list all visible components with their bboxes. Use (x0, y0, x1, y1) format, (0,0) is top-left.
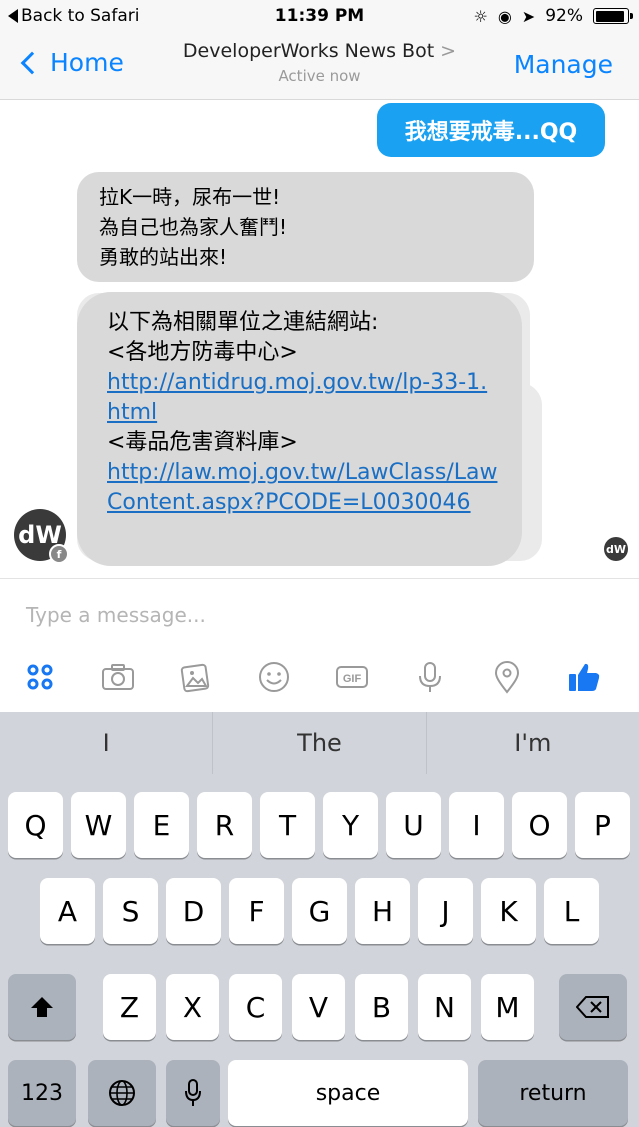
battery-percent: 92% (545, 6, 583, 26)
key-e[interactable]: E (134, 792, 189, 858)
apps-icon[interactable] (20, 657, 60, 697)
dictation-key[interactable] (166, 1060, 220, 1126)
key-u[interactable]: U (386, 792, 441, 858)
orientation-lock-icon: ◉ (497, 6, 512, 26)
key-g[interactable]: G (292, 878, 347, 944)
predictive-bar: I The I'm (0, 712, 639, 774)
space-key[interactable]: space (228, 1060, 468, 1126)
like-icon[interactable] (564, 657, 604, 697)
gif-icon[interactable]: GIF (332, 657, 372, 697)
nav-bar: Home DeveloperWorks News Bot > Active now… (0, 34, 639, 100)
key-r[interactable]: R (197, 792, 252, 858)
message-line: 拉K一時，尿布一世! (99, 185, 281, 209)
key-p[interactable]: P (575, 792, 630, 858)
key-i[interactable]: I (449, 792, 504, 858)
key-w[interactable]: W (71, 792, 126, 858)
key-c[interactable]: C (229, 974, 282, 1040)
location-arrow-icon: ➤ (521, 6, 536, 26)
emoji-icon[interactable] (254, 657, 294, 697)
key-q[interactable]: Q (8, 792, 63, 858)
key-l[interactable]: L (544, 878, 599, 944)
bot-name: DeveloperWorks News Bot (182, 40, 435, 62)
incoming-message[interactable]: 拉K一時，尿布一世! 為自己也為家人奮鬥! 勇敢的站出來! (77, 172, 534, 282)
key-v[interactable]: V (292, 974, 345, 1040)
key-d[interactable]: D (166, 878, 221, 944)
incoming-links-message[interactable]: 以下為相關單位之連結網站: <各地方防毒中心> http://antidrug.… (77, 292, 522, 566)
chevron-right-icon: > (440, 40, 457, 62)
outgoing-message[interactable]: 我想要戒毒...QQ (377, 103, 605, 157)
camera-icon[interactable] (98, 657, 138, 697)
status-bar: Back to Safari 11:39 PM ☼ ◉ ➤ 92% (0, 0, 639, 34)
message-line: 為自己也為家人奮鬥! (99, 215, 288, 239)
numbers-key[interactable]: 123 (8, 1060, 76, 1126)
link-label: <毒品危害資料庫> (107, 430, 298, 455)
return-key[interactable]: return (478, 1060, 628, 1126)
law-database-link[interactable]: http://law.moj.gov.tw/LawClass/LawConten… (107, 460, 497, 515)
globe-key[interactable] (88, 1060, 156, 1126)
backspace-icon (576, 996, 609, 1018)
composer-toolbar: GIF (0, 651, 639, 699)
key-b[interactable]: B (355, 974, 408, 1040)
composer: Type a message... GIF (0, 578, 639, 712)
bot-avatar[interactable]: dW f (14, 509, 69, 564)
links-intro: 以下為相關單位之連結網站: (107, 310, 379, 335)
message-line: 勇敢的站出來! (99, 245, 228, 269)
delete-key[interactable] (559, 974, 627, 1040)
messenger-badge-icon: f (49, 544, 69, 564)
shift-key[interactable] (8, 974, 76, 1040)
key-h[interactable]: H (355, 878, 410, 944)
key-a[interactable]: A (40, 878, 95, 944)
key-z[interactable]: Z (103, 974, 156, 1040)
shift-icon (31, 997, 53, 1017)
antidrug-link[interactable]: http://antidrug.moj.gov.tw/lp-33-1.html (107, 370, 487, 425)
manage-button[interactable]: Manage (514, 50, 613, 79)
chat-area[interactable]: 我想要戒毒...QQ 拉K一時，尿布一世! 為自己也為家人奮鬥! 勇敢的站出來!… (0, 100, 639, 578)
status-icons: ☼ ◉ ➤ 92% (473, 6, 633, 26)
key-n[interactable]: N (418, 974, 471, 1040)
battery-icon (593, 8, 633, 24)
key-o[interactable]: O (512, 792, 567, 858)
key-t[interactable]: T (260, 792, 315, 858)
brightness-icon: ☼ (473, 6, 488, 26)
microphone-icon[interactable] (410, 657, 450, 697)
suggestion[interactable]: I (0, 712, 214, 774)
key-s[interactable]: S (103, 878, 158, 944)
key-f[interactable]: F (229, 878, 284, 944)
suggestion[interactable]: The (213, 712, 427, 774)
microphone-icon (185, 1079, 201, 1106)
suggestion[interactable]: I'm (427, 712, 639, 774)
key-y[interactable]: Y (323, 792, 378, 858)
globe-icon (109, 1080, 135, 1106)
location-icon[interactable] (487, 657, 527, 697)
seen-indicator-avatar: dW (604, 537, 628, 561)
message-input[interactable]: Type a message... (26, 603, 206, 627)
key-j[interactable]: J (418, 878, 473, 944)
key-k[interactable]: K (481, 878, 536, 944)
link-label: <各地方防毒中心> (107, 340, 298, 365)
key-m[interactable]: M (481, 974, 534, 1040)
keyboard: I The I'm QWERTYUIOP ASDFGHJKL ZXCVBNM 1… (0, 712, 639, 1127)
gif-label: GIF (343, 673, 362, 685)
key-x[interactable]: X (166, 974, 219, 1040)
gallery-icon[interactable] (176, 657, 216, 697)
